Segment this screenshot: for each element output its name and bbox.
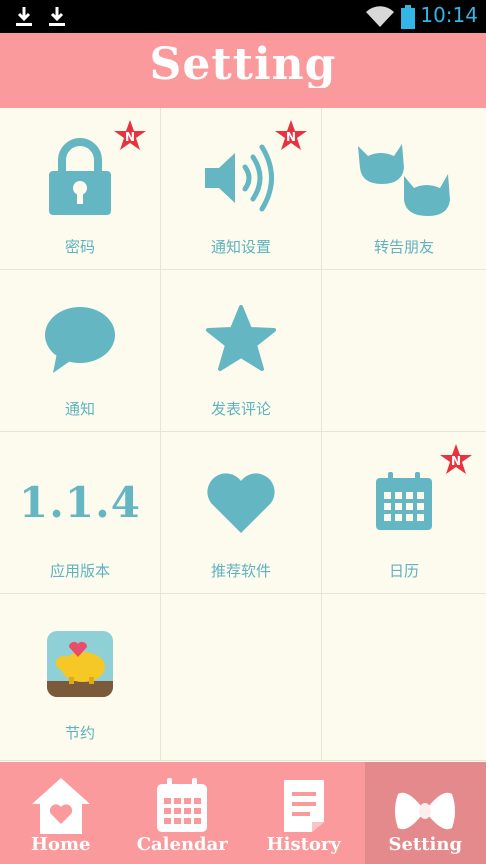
grid-label: 密码 xyxy=(64,238,95,256)
grid-empty-cell xyxy=(322,594,486,761)
piggy-bank-app-icon xyxy=(47,631,113,697)
grid-label: 通知 xyxy=(64,400,95,418)
calendar-icon xyxy=(157,778,208,832)
tab-setting[interactable]: Setting xyxy=(364,762,486,864)
grid-item-tell-friends[interactable]: 转告朋友 xyxy=(322,108,486,270)
clock-time: 10:14 xyxy=(420,3,478,27)
wifi-icon xyxy=(366,6,394,28)
tab-label: Home xyxy=(30,834,91,855)
grid-label: 节约 xyxy=(64,724,95,742)
star-icon xyxy=(206,305,276,371)
tab-calendar[interactable]: Calendar xyxy=(122,762,244,864)
bow-icon xyxy=(395,792,456,830)
download-icon xyxy=(49,7,65,26)
settings-grid: N 密码 N 通知设置 转告朋友 通知 发表评论 1.1.4 应用版本 推荐软件… xyxy=(0,108,486,761)
grid-item-recommended-apps[interactable]: 推荐软件 xyxy=(161,432,322,594)
grid-item-savings[interactable]: 节约 xyxy=(0,594,161,761)
bottom-tab-bar: Home Calendar History Setting xyxy=(0,762,486,864)
speaker-icon xyxy=(205,144,274,212)
tab-history[interactable]: History xyxy=(243,762,365,864)
grid-item-notifications[interactable]: 通知 xyxy=(0,270,161,432)
grid-item-app-version[interactable]: 1.1.4 应用版本 xyxy=(0,432,161,594)
grid-label: 发表评论 xyxy=(210,400,271,418)
grid-label: 日历 xyxy=(388,562,419,580)
scallop-border xyxy=(0,88,486,104)
download-icon xyxy=(16,7,32,26)
status-bar: 10:14 xyxy=(0,0,486,33)
version-number: 1.1.4 xyxy=(19,477,141,527)
grid-empty-cell xyxy=(322,270,486,432)
grid-item-password[interactable]: N 密码 xyxy=(0,108,161,270)
grid-item-notification-settings[interactable]: N 通知设置 xyxy=(161,108,322,270)
speech-bubble-icon xyxy=(45,307,115,373)
calendar-icon xyxy=(376,472,432,530)
grid-item-write-review[interactable]: 发表评论 xyxy=(161,270,322,432)
tab-home[interactable]: Home xyxy=(0,762,122,864)
battery-icon xyxy=(401,5,415,29)
tab-label: History xyxy=(266,834,341,855)
page-title: Setting xyxy=(149,39,337,90)
document-icon xyxy=(283,780,324,832)
lock-icon xyxy=(49,138,111,215)
grid-empty-cell xyxy=(161,594,322,761)
grid-label: 推荐软件 xyxy=(210,562,271,580)
grid-label: 通知设置 xyxy=(210,238,271,256)
home-icon xyxy=(31,778,90,834)
grid-item-calendar[interactable]: N 日历 xyxy=(322,432,486,594)
grid-label: 应用版本 xyxy=(49,562,110,580)
tab-label: Calendar xyxy=(136,834,228,855)
tab-label: Setting xyxy=(388,834,463,855)
grid-label: 转告朋友 xyxy=(373,238,434,256)
heart-icon xyxy=(207,473,275,533)
cats-icon xyxy=(358,144,450,216)
